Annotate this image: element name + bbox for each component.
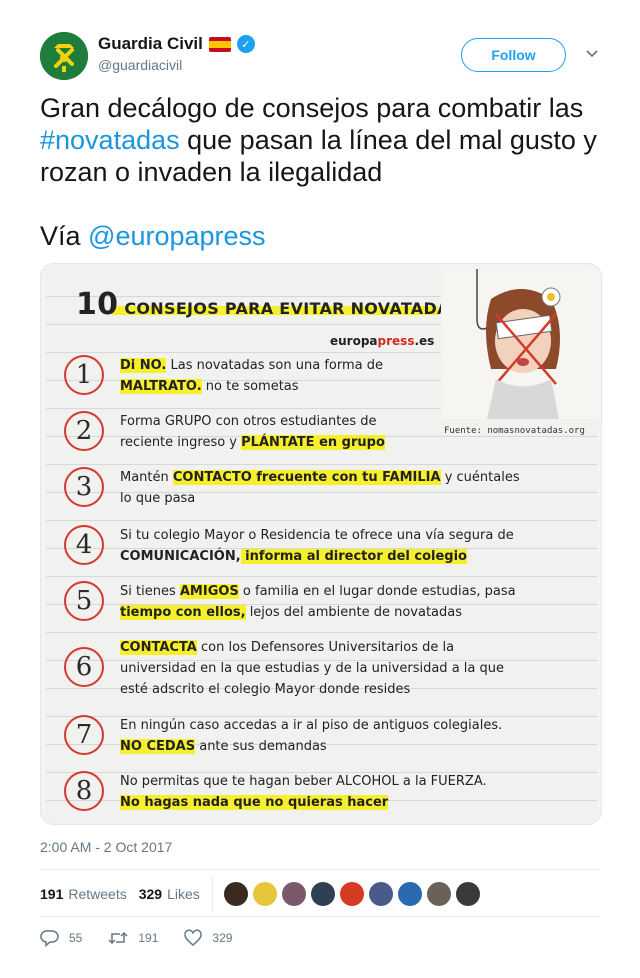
mention-link[interactable]: @europapress xyxy=(88,221,266,251)
retweet-icon xyxy=(108,931,128,945)
tip-text: No permitas que te hagan beber ALCOHOL a… xyxy=(120,771,540,813)
tweet-text-part1: Gran decálogo de consejos para combatir … xyxy=(40,93,584,123)
tip-text-d: esté adscrito el colegio Mayor donde res… xyxy=(120,682,411,697)
retweet-action[interactable]: 191 xyxy=(107,929,158,947)
tip-text-b: COMUNICACIÓN, xyxy=(120,549,241,564)
tip-number: 5 xyxy=(64,581,104,621)
tip-text-a: Forma GRUPO con otros estudiantes de xyxy=(120,414,377,429)
tip-text: Si tu colegio Mayor o Residencia te ofre… xyxy=(120,525,540,567)
account-names[interactable]: Guardia Civil ✓ @guardiacivil xyxy=(98,34,255,73)
tip-text: Mantén CONTACTO frecuente con tu FAMILIA… xyxy=(120,467,540,509)
tip-number: 2 xyxy=(64,411,104,451)
liker-avatar[interactable] xyxy=(397,882,422,906)
source-site: europapress.es xyxy=(330,334,434,348)
tip-text-c: y cuéntales xyxy=(440,470,520,485)
liker-avatar[interactable] xyxy=(455,882,480,906)
tip-text-a: Si tu colegio Mayor o Residencia te ofre… xyxy=(120,528,514,543)
chevron-down-icon[interactable] xyxy=(584,46,600,62)
image-title: 10 CONSEJOS PARA EVITAR NOVATADAS xyxy=(76,287,462,322)
tip-text-e: lejos del ambiente de novatadas xyxy=(245,605,463,620)
tip-text-b: con los Defensores Universitarios de la xyxy=(196,640,455,655)
tip-text-d: no te sometas xyxy=(201,379,299,394)
heart-icon xyxy=(184,929,203,946)
tip-text-c: PLÁNTATE en grupo xyxy=(241,435,385,450)
like-count: 329 xyxy=(212,931,233,945)
stats-separator xyxy=(211,876,213,912)
divider xyxy=(40,869,600,870)
tweet-image[interactable]: 10 CONSEJOS PARA EVITAR NOVATADAS europap… xyxy=(40,263,602,825)
tip-text-c: universidad en la que estudias y de la u… xyxy=(120,661,504,676)
tip-text-a: Mantén xyxy=(120,470,173,485)
site-prefix: europa xyxy=(330,334,378,348)
tip-text: CONTACTA con los Defensores Universitari… xyxy=(120,637,540,700)
tweet-text: Gran decálogo de consejos para combatir … xyxy=(40,92,610,252)
profile-avatar[interactable] xyxy=(40,32,88,80)
site-highlight: press xyxy=(377,334,415,348)
tip-text: Si tienes AMIGOS o familia en el lugar d… xyxy=(120,581,540,623)
tip-text-c: ante sus demandas xyxy=(195,739,327,754)
tip-text-b: NO CEDAS xyxy=(120,739,196,754)
liker-avatar[interactable] xyxy=(368,882,393,906)
via-label: Vía xyxy=(40,221,89,251)
tip-text: Di NO. Las novatadas son una forma de MA… xyxy=(120,355,540,397)
liker-avatar[interactable] xyxy=(223,882,248,906)
tip-text-a: CONTACTA xyxy=(120,640,197,655)
site-suffix: .es xyxy=(414,334,435,348)
tip-text-a: Di NO. xyxy=(120,358,167,373)
tweet-timestamp[interactable]: 2:00 AM - 2 Oct 2017 xyxy=(40,839,172,855)
tip-text-d: tiempo con ellos, xyxy=(120,605,246,620)
tip-text-c: informa al director del colegio xyxy=(240,549,467,564)
tip-number: 1 xyxy=(64,355,104,395)
tip-text-d: lo que pasa xyxy=(120,491,196,506)
liker-avatar[interactable] xyxy=(426,882,451,906)
liker-avatars xyxy=(223,882,480,906)
tip-text: En ningún caso accedas a ir al piso de a… xyxy=(120,715,540,757)
tip-text-c: MALTRATO. xyxy=(120,379,202,394)
account-handle[interactable]: @guardiacivil xyxy=(98,57,255,73)
tip-text-c: o familia en el lugar donde estudias, pa… xyxy=(238,584,516,599)
image-title-text: CONSEJOS PARA EVITAR NOVATADAS xyxy=(124,299,462,318)
tip-number: 3 xyxy=(64,467,104,507)
tip-text-a: Si tienes xyxy=(120,584,180,599)
tip-text-b: AMIGOS xyxy=(179,584,239,599)
tip-number: 8 xyxy=(64,771,104,811)
image-title-number: 10 xyxy=(76,287,119,322)
tip-number: 4 xyxy=(64,525,104,565)
spain-flag-icon xyxy=(208,36,231,52)
tip-text-b: No hagas nada que no quieras hacer xyxy=(120,795,389,810)
tip-text-a: No permitas que te hagan beber ALCOHOL a… xyxy=(120,774,487,789)
tip-text: Forma GRUPO con otros estudiantes de rec… xyxy=(120,411,540,453)
reply-count: 55 xyxy=(69,931,83,945)
verified-badge-icon: ✓ xyxy=(236,35,255,53)
retweets-label[interactable]: Retweets xyxy=(68,886,126,902)
display-name[interactable]: Guardia Civil xyxy=(98,34,203,54)
liker-avatar[interactable] xyxy=(252,882,277,906)
hashtag-link[interactable]: #novatadas xyxy=(40,125,180,155)
tip-text-b: CONTACTO frecuente con tu FAMILIA xyxy=(172,470,441,485)
retweets-count[interactable]: 191 xyxy=(40,886,63,902)
notebook-paper: 10 CONSEJOS PARA EVITAR NOVATADAS europap… xyxy=(46,269,601,824)
tweet-stats: 191 Retweets 329 Likes xyxy=(40,876,600,912)
likes-label[interactable]: Likes xyxy=(167,886,200,902)
tip-number: 6 xyxy=(64,647,104,687)
reply-action[interactable]: 55 xyxy=(40,929,82,947)
tip-text-b: Las novatadas son una forma de xyxy=(166,358,383,373)
like-action[interactable]: 329 xyxy=(183,929,232,947)
liker-avatar[interactable] xyxy=(339,882,364,906)
liker-avatar[interactable] xyxy=(281,882,306,906)
divider xyxy=(40,916,600,917)
tip-number: 7 xyxy=(64,715,104,755)
reply-icon xyxy=(40,930,59,947)
follow-button[interactable]: Follow xyxy=(461,38,566,72)
retweet-count: 191 xyxy=(138,931,159,945)
tweet-header: Guardia Civil ✓ @guardiacivil Follow xyxy=(40,32,600,84)
likes-count[interactable]: 329 xyxy=(139,886,162,902)
tweet-actions: 55 191 329 xyxy=(40,928,257,948)
liker-avatar[interactable] xyxy=(310,882,335,906)
guardia-civil-emblem-icon xyxy=(40,32,88,80)
tip-text-a: En ningún caso accedas a ir al piso de a… xyxy=(120,718,503,733)
tip-text-b: reciente ingreso y xyxy=(120,435,242,450)
